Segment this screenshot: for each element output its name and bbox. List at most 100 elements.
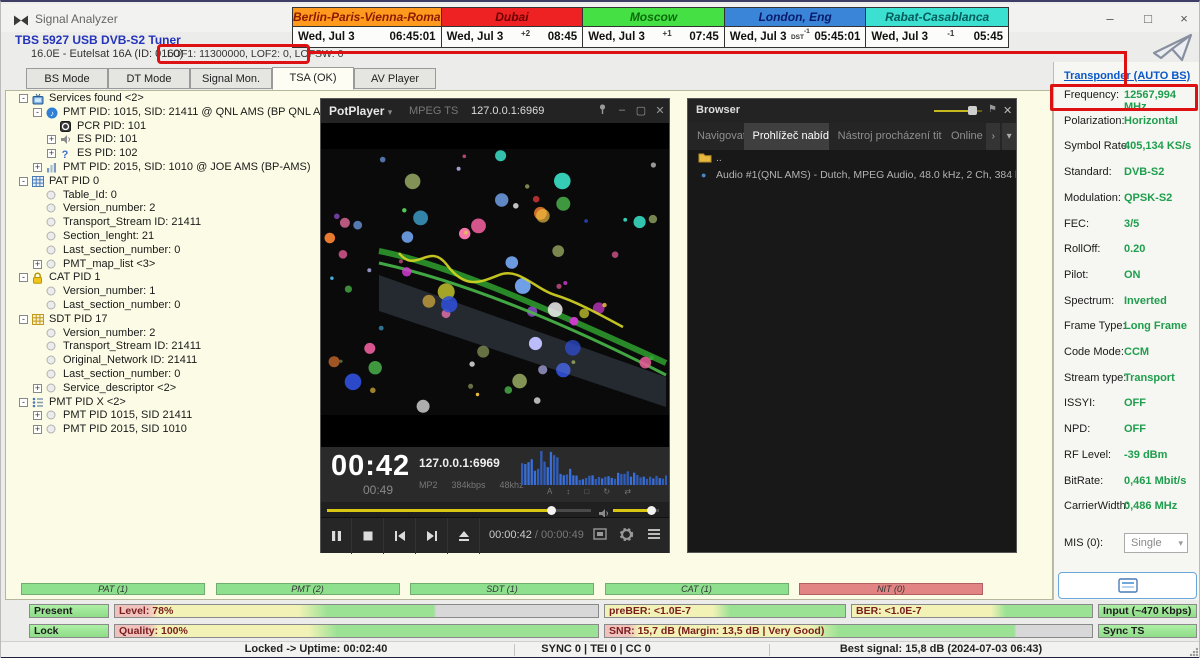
previous-button[interactable] — [385, 518, 416, 554]
collapse-icon[interactable]: - — [19, 177, 28, 186]
tab-dt-mode[interactable]: DT Mode — [108, 68, 190, 89]
expand-icon[interactable]: + — [47, 149, 56, 158]
tree-item[interactable]: -PMT PID X <2> — [6, 396, 322, 410]
transponder-header-link[interactable]: Transponder (AUTO BS) — [1064, 70, 1190, 82]
clock-time: Wed, Jul 306:45:01 — [293, 27, 441, 47]
eject-button[interactable] — [449, 518, 480, 554]
opacity-slider-handle[interactable] — [968, 106, 977, 115]
chevron-down-icon: ▾ — [1178, 534, 1183, 552]
collapse-icon[interactable]: - — [19, 273, 28, 282]
browser-list-item[interactable]: .. — [688, 150, 1016, 167]
tree-item[interactable]: -♪PMT PID: 1015, SID: 21411 @ QNL AMS (B… — [6, 106, 322, 120]
tree-item[interactable]: Section_lenght: 21 — [6, 230, 322, 244]
chevron-down-icon: ▾ — [388, 107, 393, 117]
tree-item[interactable]: Version_number: 2 — [6, 327, 322, 341]
browser-tab[interactable]: Navigovat — [688, 123, 744, 150]
tree-item[interactable]: PCR PID: 101 — [6, 120, 322, 134]
tree-item[interactable]: Transport_Stream ID: 21411 — [6, 216, 322, 230]
browser-tab[interactable]: Prohlížeč nabídky — [744, 123, 829, 150]
browser-close-icon[interactable]: ✕ — [1003, 104, 1012, 117]
tree-item-label: Service_descriptor <2> — [63, 382, 176, 396]
lock-indicator: Lock — [29, 624, 109, 638]
tree-item-label: Section_lenght: 21 — [63, 230, 154, 244]
expand-icon[interactable]: + — [33, 411, 42, 420]
stream-type-label: MPEG TS — [409, 105, 458, 117]
volume-bar[interactable] — [613, 509, 659, 512]
collapse-icon[interactable]: - — [19, 94, 28, 103]
pause-button[interactable] — [321, 518, 352, 554]
tree-item[interactable]: Last_section_number: 0 — [6, 368, 322, 382]
tree-item[interactable]: + Service_descriptor <2> — [6, 382, 322, 396]
ts-structure-tree: -Services found <2>-♪PMT PID: 1015, SID:… — [6, 92, 322, 562]
video-canvas[interactable] — [321, 123, 669, 447]
expand-icon[interactable]: + — [33, 425, 42, 434]
opacity-slider[interactable] — [934, 110, 982, 112]
tab-tsa-ok-[interactable]: TSA (OK) — [272, 67, 354, 90]
browser-tabs-scroll-icon[interactable]: › — [986, 123, 1000, 150]
browser-tabs-dropdown-icon[interactable]: ▾ — [1002, 123, 1016, 150]
table-bar-nit: NIT (0) — [799, 583, 983, 595]
settings-gear-icon[interactable] — [619, 527, 634, 547]
dot-icon — [46, 369, 56, 382]
mis-dropdown[interactable]: Single ▾ — [1124, 533, 1188, 553]
tree-item[interactable]: +ES PID: 101 — [6, 133, 322, 147]
tree-item[interactable]: Transport_Stream ID: 21411 — [6, 340, 322, 354]
seek-handle[interactable] — [547, 506, 556, 515]
expand-icon[interactable]: + — [33, 260, 42, 269]
maximize-button[interactable]: □ — [1131, 8, 1165, 30]
tree-item-label: Transport_Stream ID: 21411 — [63, 216, 201, 230]
browser-tab[interactable]: Nástroj procházení titulků — [829, 123, 942, 150]
device-status-button[interactable] — [1058, 572, 1197, 599]
tree-item[interactable]: +PMT PID 2015, SID 1010 — [6, 423, 322, 437]
pin-icon[interactable] — [593, 104, 611, 118]
collapse-icon[interactable]: - — [19, 315, 28, 324]
potplayer-maximize-icon[interactable]: ▢ — [632, 104, 650, 117]
expand-icon[interactable]: + — [33, 163, 42, 172]
subtitle-panel-icon[interactable] — [593, 527, 607, 545]
menu-hamburger-icon[interactable] — [647, 527, 661, 545]
tree-item[interactable]: -PAT PID 0 — [6, 175, 322, 189]
browser-pin-icon[interactable]: ⚑ — [988, 104, 997, 115]
browser-titlebar[interactable]: Browser ⚑ ✕ — [688, 99, 1016, 123]
tree-item[interactable]: Last_section_number: 0 — [6, 299, 322, 313]
close-button[interactable]: × — [1167, 8, 1200, 30]
tree-item[interactable]: Last_section_number: 0 — [6, 244, 322, 258]
tp-label: Polarization: — [1064, 115, 1125, 127]
stop-button[interactable] — [353, 518, 384, 554]
expand-icon[interactable]: + — [47, 135, 56, 144]
minimize-button[interactable]: – — [1093, 8, 1127, 30]
clock-3: MoscowWed, Jul 3+107:45 — [583, 8, 725, 47]
tree-item[interactable]: -CAT PID 1 — [6, 271, 322, 285]
collapse-icon[interactable]: - — [19, 398, 28, 407]
browser-tab[interactable]: Online — [942, 123, 984, 150]
tree-item[interactable]: +PMT PID 1015, SID 21411 — [6, 409, 322, 423]
browser-list-item[interactable]: ●Audio #1(QNL AMS) - Dutch, MPEG Audio, … — [688, 167, 1016, 184]
potplayer-titlebar[interactable]: PotPlayer ▾ MPEG TS 127.0.0.1:6969 – ▢ ✕ — [321, 99, 669, 123]
playback-option-icons[interactable]: A ↕ □ ↻ ⇄ — [547, 487, 637, 496]
tree-item[interactable]: -Services found <2> — [6, 92, 322, 106]
tab-bs-mode[interactable]: BS Mode — [26, 68, 108, 89]
tab-av-player[interactable]: AV Player — [354, 68, 436, 89]
next-button[interactable] — [417, 518, 448, 554]
potplayer-menu[interactable]: PotPlayer ▾ — [329, 104, 392, 118]
tree-item-label: Last_section_number: 0 — [63, 368, 180, 382]
tree-item[interactable]: Table_Id: 0 — [6, 189, 322, 203]
collapse-icon[interactable]: - — [33, 108, 42, 117]
annotation-box-frequency — [1050, 84, 1198, 111]
potplayer-close-icon[interactable]: ✕ — [651, 104, 669, 117]
seek-bar[interactable] — [327, 509, 591, 512]
tree-item[interactable]: +PMT PID: 2015, SID: 1010 @ JOE AMS (BP-… — [6, 161, 322, 175]
tp-label: Code Mode: — [1064, 346, 1124, 358]
app-icon — [13, 13, 29, 31]
tree-item[interactable]: Version_number: 1 — [6, 285, 322, 299]
tree-item[interactable]: +PMT_map_list <3> — [6, 258, 322, 272]
tree-item[interactable]: -SDT PID 17 — [6, 313, 322, 327]
expand-icon[interactable]: + — [33, 384, 42, 393]
tree-item[interactable]: Version_number: 2 — [6, 202, 322, 216]
tree-item[interactable]: Original_Network ID: 21411 — [6, 354, 322, 368]
potplayer-minimize-icon[interactable]: – — [613, 104, 631, 116]
resize-grip[interactable] — [1189, 647, 1198, 656]
volume-handle[interactable] — [647, 506, 656, 515]
tab-signal-mon-[interactable]: Signal Mon. — [190, 68, 272, 89]
tree-item[interactable]: +?ES PID: 102 — [6, 147, 322, 161]
